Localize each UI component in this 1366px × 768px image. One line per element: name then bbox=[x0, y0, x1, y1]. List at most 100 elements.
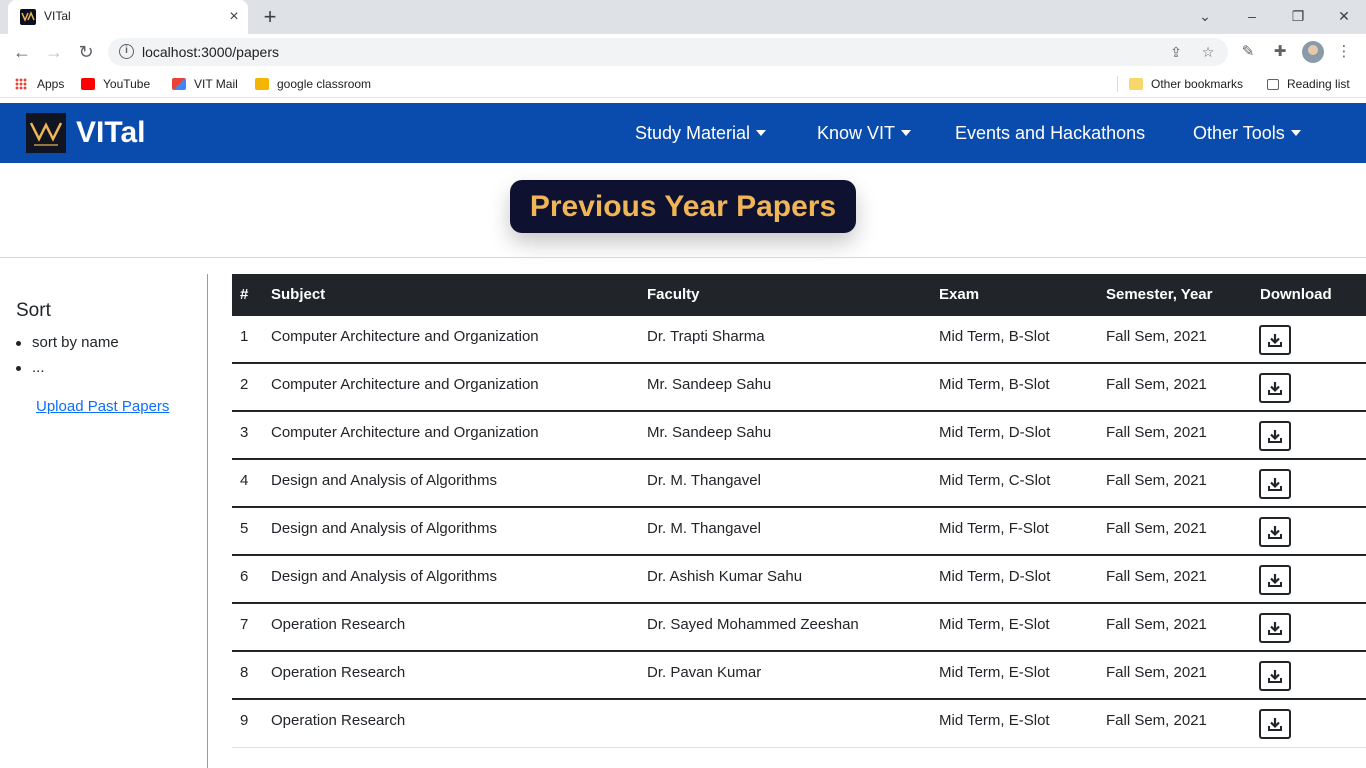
cell-subject: Design and Analysis of Algorithms bbox=[271, 472, 497, 489]
cell-number: 8 bbox=[240, 664, 249, 681]
bookmark-label: Other bookmarks bbox=[1151, 77, 1244, 91]
download-icon bbox=[1268, 526, 1282, 539]
nav-label: Other Tools bbox=[1193, 123, 1285, 143]
reading-list-icon bbox=[1267, 79, 1279, 90]
table-row: 3 Computer Architecture and Organization M… bbox=[232, 412, 1366, 460]
table-row: 8 Operation Research Dr. Pavan Kumar Mid Te… bbox=[232, 652, 1366, 700]
cell-exam: Mid Term, E-Slot bbox=[939, 616, 1050, 633]
cell-subject: Computer Architecture and Organization bbox=[271, 328, 539, 345]
cell-faculty: Dr. M. Thangavel bbox=[647, 472, 761, 489]
tab-title: VITal bbox=[44, 9, 71, 23]
bookmark-google-classroom[interactable]: google classroom bbox=[255, 76, 371, 92]
address-bar[interactable]: i localhost:3000/papers ⇪ ☆ bbox=[108, 38, 1228, 66]
cell-number: 9 bbox=[240, 712, 249, 729]
cell-semester: Fall Sem, 2021 bbox=[1106, 472, 1207, 489]
cell-exam: Mid Term, C-Slot bbox=[939, 472, 1051, 489]
back-arrow-icon[interactable]: ← bbox=[10, 40, 34, 64]
tab-search-chevron-icon[interactable]: ⌄ bbox=[1193, 6, 1217, 26]
download-button[interactable] bbox=[1259, 565, 1291, 595]
restore-button[interactable]: ❐ bbox=[1286, 6, 1310, 26]
new-tab-button[interactable]: + bbox=[258, 5, 282, 29]
nav-other-tools[interactable]: Other Tools bbox=[1193, 123, 1301, 144]
bookmark-vit-mail[interactable]: VIT Mail bbox=[172, 76, 238, 92]
download-icon bbox=[1268, 718, 1282, 731]
header-semester: Semester, Year bbox=[1106, 286, 1213, 303]
cell-faculty: Mr. Sandeep Sahu bbox=[647, 376, 772, 393]
header-subject: Subject bbox=[271, 286, 326, 303]
table-row: 7 Operation Research Dr. Sayed Mohammed Ze… bbox=[232, 604, 1366, 652]
site-info-icon[interactable]: i bbox=[119, 44, 134, 59]
youtube-icon bbox=[81, 78, 95, 90]
folder-icon bbox=[1129, 78, 1143, 90]
cell-number: 4 bbox=[240, 472, 249, 489]
download-icon bbox=[1268, 334, 1282, 347]
reload-icon[interactable]: ↻ bbox=[74, 40, 98, 64]
cell-semester: Fall Sem, 2021 bbox=[1106, 424, 1207, 441]
cell-exam: Mid Term, D-Slot bbox=[939, 568, 1051, 585]
nav-label: Study Material bbox=[635, 123, 751, 143]
site-favicon-icon bbox=[20, 9, 36, 25]
menu-kebab-icon[interactable]: ⋮ bbox=[1334, 42, 1354, 62]
table-row: 5 Design and Analysis of Algorithms Dr. M.… bbox=[232, 508, 1366, 556]
caret-down-icon bbox=[756, 130, 767, 136]
nav-label: Events and Hackathons bbox=[955, 123, 1146, 143]
extension-dropper-icon[interactable]: ✎ bbox=[1238, 42, 1258, 62]
nav-know-vit[interactable]: Know VIT bbox=[817, 123, 912, 144]
bookmark-apps[interactable]: Apps bbox=[15, 76, 64, 92]
divider bbox=[0, 257, 1366, 258]
nav-events-hackathons[interactable]: Events and Hackathons bbox=[955, 123, 1145, 144]
share-icon[interactable]: ⇪ bbox=[1166, 42, 1186, 62]
cell-number: 5 bbox=[240, 520, 249, 537]
cell-number: 1 bbox=[240, 328, 249, 345]
download-button[interactable] bbox=[1259, 325, 1291, 355]
forward-arrow-icon[interactable]: → bbox=[42, 40, 66, 64]
upload-past-papers-link[interactable]: Upload Past Papers bbox=[36, 398, 169, 415]
browser-tab[interactable]: VITal × bbox=[8, 0, 248, 34]
sort-by-name-option[interactable]: sort by name bbox=[16, 333, 119, 358]
bookmark-star-icon[interactable]: ☆ bbox=[1198, 42, 1218, 62]
tab-close-icon[interactable]: × bbox=[226, 9, 242, 25]
other-bookmarks[interactable]: Other bookmarks bbox=[1129, 76, 1243, 92]
table-body: 1 Computer Architecture and Organization D… bbox=[232, 316, 1366, 748]
download-icon bbox=[1268, 478, 1282, 491]
reading-list[interactable]: Reading list bbox=[1267, 76, 1350, 92]
page-title-box: Previous Year Papers bbox=[510, 180, 856, 233]
site-navbar: VITal Study Material Know VIT Events and… bbox=[0, 103, 1366, 163]
download-button[interactable] bbox=[1259, 421, 1291, 451]
table-header: # Subject Faculty Exam Semester, Year Do… bbox=[232, 274, 1366, 316]
download-button[interactable] bbox=[1259, 661, 1291, 691]
caret-down-icon bbox=[901, 130, 912, 136]
download-button[interactable] bbox=[1259, 373, 1291, 403]
extensions-puzzle-icon[interactable]: ✚ bbox=[1270, 42, 1290, 62]
browser-toolbar: ← → ↻ i localhost:3000/papers ⇪ ☆ ✎ ✚ ⋮ bbox=[0, 34, 1366, 70]
profile-avatar[interactable] bbox=[1302, 41, 1324, 63]
apps-grid-icon bbox=[15, 78, 27, 90]
papers-table: # Subject Faculty Exam Semester, Year Do… bbox=[232, 274, 1366, 748]
bookmark-label: google classroom bbox=[277, 77, 372, 91]
cell-number: 7 bbox=[240, 616, 249, 633]
cell-faculty: Mr. Sandeep Sahu bbox=[647, 424, 772, 441]
cell-subject: Computer Architecture and Organization bbox=[271, 376, 539, 393]
close-window-button[interactable]: ✕ bbox=[1332, 6, 1356, 26]
bookmark-youtube[interactable]: YouTube bbox=[81, 76, 150, 92]
download-button[interactable] bbox=[1259, 469, 1291, 499]
gmail-icon bbox=[172, 78, 186, 90]
nav-label: Know VIT bbox=[817, 123, 896, 143]
cell-exam: Mid Term, B-Slot bbox=[939, 376, 1050, 393]
cell-semester: Fall Sem, 2021 bbox=[1106, 664, 1207, 681]
table-row: 2 Computer Architecture and Organization M… bbox=[232, 364, 1366, 412]
cell-exam: Mid Term, B-Slot bbox=[939, 328, 1050, 345]
address-url[interactable]: localhost:3000/papers bbox=[142, 44, 279, 60]
minimize-button[interactable]: – bbox=[1240, 6, 1264, 26]
download-button[interactable] bbox=[1259, 709, 1291, 739]
nav-study-material[interactable]: Study Material bbox=[635, 123, 767, 144]
page-title: Previous Year Papers bbox=[529, 190, 837, 223]
download-button[interactable] bbox=[1259, 613, 1291, 643]
classroom-icon bbox=[255, 78, 269, 90]
brand-name[interactable]: VITal bbox=[76, 116, 145, 150]
download-icon bbox=[1268, 670, 1282, 683]
cell-subject: Computer Architecture and Organization bbox=[271, 424, 539, 441]
download-button[interactable] bbox=[1259, 517, 1291, 547]
header-faculty: Faculty bbox=[647, 286, 700, 303]
vital-logo-icon[interactable] bbox=[26, 113, 66, 153]
